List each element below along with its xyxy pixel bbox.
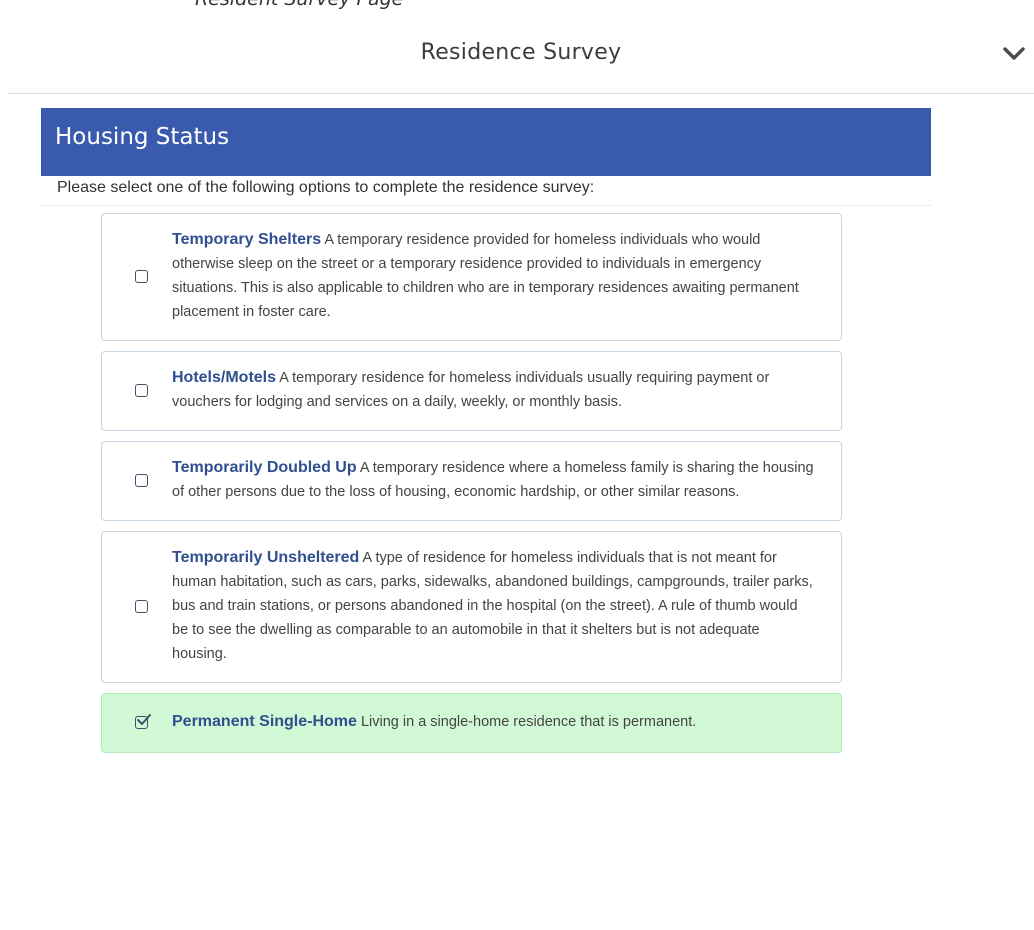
option-text: Temporary Shelters A temporary residence… <box>172 228 817 324</box>
option-text: Temporarily Doubled Up A temporary resid… <box>172 456 817 504</box>
instructions-text: Please select one of the following optio… <box>41 176 931 206</box>
option-title: Temporary Shelters <box>172 231 322 248</box>
option-title: Temporarily Doubled Up <box>172 459 357 476</box>
survey-header: Residence Survey <box>8 10 1034 94</box>
option-title: Hotels/Motels <box>172 369 277 386</box>
option-hotels-motels[interactable]: Hotels/Motels A temporary residence for … <box>101 351 842 431</box>
checkbox[interactable] <box>135 383 148 397</box>
option-title: Permanent Single-Home <box>172 713 357 730</box>
page-heading-fragment: Resident Survey Page <box>0 0 1034 10</box>
option-text: Temporarily Unsheltered A type of reside… <box>172 546 817 666</box>
options-list: Temporary Shelters A temporary residence… <box>101 213 842 763</box>
option-description: Living in a single-home residence that i… <box>360 714 697 730</box>
option-temporarily-unsheltered[interactable]: Temporarily Unsheltered A type of reside… <box>101 531 842 683</box>
checkbox[interactable] <box>135 599 148 613</box>
checkbox[interactable] <box>135 269 148 283</box>
option-text: Hotels/Motels A temporary residence for … <box>172 366 817 414</box>
option-description: A type of residence for homeless individ… <box>172 550 813 662</box>
option-permanent-single-home[interactable]: Permanent Single-Home Living in a single… <box>101 693 842 753</box>
option-title: Temporarily Unsheltered <box>172 549 360 566</box>
option-temporarily-doubled-up[interactable]: Temporarily Doubled Up A temporary resid… <box>101 441 842 521</box>
chevron-down-icon[interactable] <box>1000 40 1028 68</box>
page-heading-text: Resident Survey Page <box>195 0 403 10</box>
checkmark-icon <box>137 713 151 725</box>
checkbox[interactable] <box>135 473 148 487</box>
option-text: Permanent Single-Home Living in a single… <box>172 710 696 734</box>
option-temporary-shelters[interactable]: Temporary Shelters A temporary residence… <box>101 213 842 341</box>
checkbox-checked[interactable] <box>135 713 151 729</box>
housing-status-section: Housing Status Please select one of the … <box>41 108 931 206</box>
survey-title: Residence Survey <box>420 40 622 65</box>
section-title: Housing Status <box>41 108 931 176</box>
